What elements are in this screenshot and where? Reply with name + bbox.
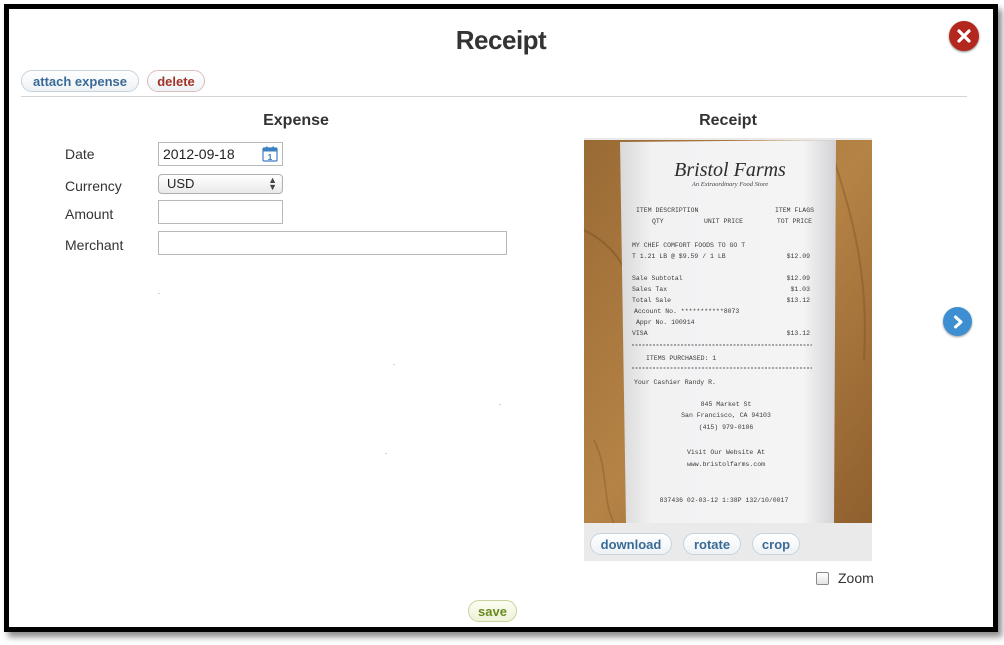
receipt-website-line1: Visit Our Website At: [687, 449, 765, 456]
receipt-dialog: Receipt attach expense delete Expense Da…: [4, 4, 998, 632]
artifact-speck: [385, 453, 387, 454]
receipt-address-line2: San Francisco, CA 94103: [681, 412, 771, 419]
receipt-col-qty: QTY: [652, 218, 664, 225]
receipt-item-line1: MY CHEF COMFORT FOODS TO GO T: [632, 242, 745, 249]
receipt-tax-label: Sales Tax: [632, 286, 667, 293]
expense-heading: Expense: [263, 112, 329, 129]
zoom-label: Zoom: [838, 570, 874, 586]
receipt-col-unit-price: UNIT PRICE: [704, 218, 743, 225]
receipt-total-value: $13.12: [787, 297, 811, 304]
receipt-total-label: Total Sale: [632, 297, 671, 304]
currency-value: USD: [167, 176, 195, 191]
date-label: Date: [65, 146, 95, 162]
receipt-subtotal-label: Sale Subtotal: [632, 275, 683, 282]
receipt-heading: Receipt: [699, 112, 757, 129]
receipt-preview-panel: Bristol Farms An Extraordinary Food Stor…: [584, 138, 872, 561]
receipt-store-tagline: An Extraordinary Food Store: [691, 181, 768, 188]
amount-input[interactable]: [158, 200, 283, 224]
receipt-image: Bristol Farms An Extraordinary Food Stor…: [584, 140, 872, 523]
receipt-phone: (415) 979-0106: [699, 424, 754, 431]
receipt-appr-no: Appr No. 100914: [636, 319, 695, 326]
date-input[interactable]: 2012-09-18 1: [158, 142, 283, 166]
header-divider: [21, 96, 967, 97]
save-button[interactable]: save: [468, 600, 517, 622]
download-button[interactable]: download: [590, 533, 672, 555]
receipt-account-no: Account No. ***********8073: [634, 308, 739, 315]
close-button[interactable]: [949, 21, 979, 51]
receipt-visa-value: $13.12: [787, 330, 811, 337]
receipt-address-line1: 845 Market St: [701, 401, 752, 408]
merchant-input[interactable]: [158, 231, 507, 255]
receipt-visa-label: VISA: [632, 330, 648, 337]
receipt-website-line2: www.bristolfarms.com: [687, 461, 765, 468]
rotate-button[interactable]: rotate: [683, 533, 741, 555]
delete-button[interactable]: delete: [147, 70, 205, 92]
receipt-col-item-description: ITEM DESCRIPTION: [636, 207, 699, 214]
receipt-col-item-flags: ITEM FLAGS: [775, 207, 814, 214]
artifact-speck: [158, 293, 160, 294]
receipt-cashier: Your Cashier Randy R.: [634, 379, 716, 386]
chevron-right-icon: [953, 315, 962, 328]
receipt-subtotal-value: $12.09: [787, 275, 811, 282]
zoom-checkbox[interactable]: [816, 571, 829, 585]
receipt-footer-code: 837436 02-03-12 1:38P 132/10/0017: [660, 497, 789, 504]
receipt-item-price: $12.09: [787, 253, 811, 260]
artifact-speck: [393, 364, 395, 365]
close-icon: [957, 29, 971, 43]
receipt-store-name: Bristol Farms: [674, 159, 786, 181]
artifact-speck: [499, 404, 501, 405]
zoom-toggle[interactable]: Zoom: [816, 570, 874, 586]
calendar-day: 1: [268, 152, 273, 162]
receipt-items-purchased: ITEMS PURCHASED: 1: [646, 355, 716, 362]
calendar-icon[interactable]: 1: [262, 146, 278, 162]
receipt-col-tot-price: TOT PRICE: [777, 218, 812, 225]
next-receipt-button[interactable]: [943, 307, 972, 336]
select-arrows-icon: ▲ ▼: [268, 175, 277, 192]
merchant-label: Merchant: [65, 237, 124, 253]
receipt-item-line2: T 1.21 LB @ $9.59 / 1 LB: [632, 253, 726, 260]
currency-label: Currency: [65, 178, 122, 194]
currency-select[interactable]: USD ▲ ▼: [158, 174, 283, 194]
attach-expense-button[interactable]: attach expense: [21, 70, 139, 92]
receipt-tax-value: $1.03: [790, 286, 810, 293]
dialog-title: Receipt: [455, 25, 547, 55]
crop-button[interactable]: crop: [752, 533, 800, 555]
date-value: 2012-09-18: [163, 146, 235, 162]
amount-label: Amount: [65, 206, 114, 222]
